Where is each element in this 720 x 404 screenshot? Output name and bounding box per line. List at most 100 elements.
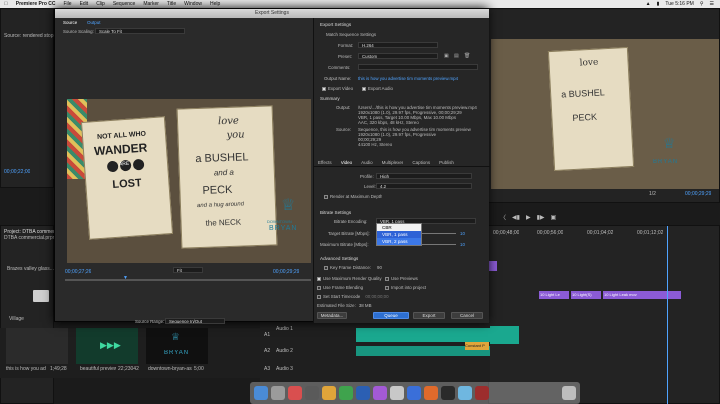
dock-finder-icon[interactable] xyxy=(254,386,268,400)
video-clip-label-3[interactable]: 10 Light Leak mov xyxy=(603,291,681,299)
key-frame-check[interactable]: Key Frame Distance: 90 xyxy=(324,265,382,270)
fit-select[interactable]: Fit xyxy=(173,267,203,273)
menu-app-name[interactable]: Premiere Pro CC xyxy=(12,1,60,7)
audio-clip-teal[interactable] xyxy=(489,326,519,344)
tab-publish[interactable]: Publish xyxy=(439,160,454,165)
export-button[interactable]: Export xyxy=(413,312,445,319)
folder-icon[interactable] xyxy=(33,290,49,302)
tab-audio[interactable]: Audio xyxy=(361,160,373,165)
use-frame-blending-check[interactable]: Use Frame Blending xyxy=(317,285,363,290)
start-timecode-value[interactable]: 00;00;00;00 xyxy=(365,294,388,299)
match-sequence-label[interactable]: Match Sequence Settings xyxy=(326,32,376,37)
track-a1[interactable]: A1 xyxy=(264,332,270,338)
key-frame-checkbox[interactable] xyxy=(324,265,328,270)
dock-app-icon-9[interactable] xyxy=(407,386,421,400)
menu-file[interactable]: File xyxy=(60,1,76,7)
render-max-depth-checkbox[interactable] xyxy=(324,194,328,199)
menu-window[interactable]: Window xyxy=(180,1,206,7)
import-into-project-check[interactable]: Import into project xyxy=(385,285,426,290)
comments-input[interactable] xyxy=(358,64,478,70)
thumb-1[interactable] xyxy=(6,328,68,364)
step-forward-icon[interactable]: ▮▶ xyxy=(537,214,545,221)
use-frame-blending-checkbox[interactable] xyxy=(317,285,321,290)
tab-source[interactable]: Source xyxy=(63,20,77,25)
menu-help[interactable]: Help xyxy=(206,1,224,7)
delete-preset-icon[interactable]: 🗑 xyxy=(464,53,470,59)
search-icon[interactable]: ⚲ xyxy=(700,1,704,7)
set-start-timecode-checkbox[interactable] xyxy=(317,294,321,299)
preview-scrubber[interactable] xyxy=(65,279,311,281)
dock-app-icon-3[interactable] xyxy=(305,386,319,400)
dock-app-icon-6[interactable] xyxy=(356,386,370,400)
dock-app-icon-1[interactable] xyxy=(271,386,285,400)
tab-captions[interactable]: Captions xyxy=(412,160,430,165)
video-clip-label-2[interactable]: 10 Light(S) xyxy=(571,291,601,299)
menu-clock[interactable]: Tue 5:16 PM xyxy=(665,1,693,7)
wifi-icon[interactable]: ▲ xyxy=(646,1,651,7)
dock-app-icon-4[interactable] xyxy=(322,386,336,400)
metadata-button[interactable]: Metadata... xyxy=(317,312,347,319)
step-back-icon[interactable]: ◀▮ xyxy=(512,214,520,221)
encoding-option-cbr[interactable]: CBR xyxy=(377,224,421,231)
menu-clip[interactable]: Clip xyxy=(92,1,109,7)
menu-list-icon[interactable]: ☰ xyxy=(710,1,714,7)
dock-app-icon-8[interactable] xyxy=(390,386,404,400)
advanced-settings-header[interactable]: Advanced Settings xyxy=(320,256,358,261)
dock-app-icon-10[interactable] xyxy=(424,386,438,400)
use-previews-check[interactable]: Use Previews xyxy=(385,276,418,281)
export-video-checkbox[interactable] xyxy=(322,86,326,91)
target-bitrate-value[interactable]: 10 xyxy=(460,231,465,236)
encoding-option-vbr1[interactable]: VBR, 1 pass xyxy=(377,231,421,238)
dock-app-icon-13[interactable] xyxy=(475,386,489,400)
profile-select[interactable]: High xyxy=(376,173,472,179)
dock-app-icon-2[interactable] xyxy=(288,386,302,400)
thumb-3[interactable]: ♕ BRYAN xyxy=(146,328,208,364)
tab-video[interactable]: Video xyxy=(341,160,352,165)
preview-timecode-right[interactable]: 00;00;29;29 xyxy=(273,269,299,275)
audio-clip-a1[interactable] xyxy=(356,328,490,342)
render-max-depth-check[interactable]: Render at Maximum Depth xyxy=(324,194,382,199)
menu-edit[interactable]: Edit xyxy=(76,1,93,7)
source-timecode[interactable]: 00;00;22;00 xyxy=(4,169,30,175)
constant-power-transition[interactable]: Constant P xyxy=(465,342,489,350)
bitrate-settings-header[interactable]: Bitrate Settings xyxy=(320,210,351,215)
apple-icon[interactable]:  xyxy=(0,1,12,7)
playhead-line[interactable] xyxy=(667,226,668,404)
preview-timecode-left[interactable]: 00;00;27;26 xyxy=(65,269,91,275)
scrubber-playhead-icon[interactable]: ▼ xyxy=(123,275,128,281)
menu-sequence[interactable]: Sequence xyxy=(109,1,140,7)
video-clip-purple-1[interactable] xyxy=(489,261,497,271)
source-scaling-select[interactable]: Scale To Fit xyxy=(95,28,185,34)
summary-header[interactable]: Summary xyxy=(320,96,340,101)
use-max-render-checkbox[interactable] xyxy=(317,276,321,281)
import-into-project-checkbox[interactable] xyxy=(385,285,389,290)
level-select[interactable]: 4.2 xyxy=(376,183,472,189)
battery-icon[interactable]: ▮ xyxy=(657,1,660,7)
use-previews-checkbox[interactable] xyxy=(385,276,389,281)
program-timecode[interactable]: 00;00;29;29 xyxy=(685,191,711,197)
video-clip-label-1[interactable]: 10 Light Le xyxy=(539,291,569,299)
export-audio-checkbox[interactable] xyxy=(362,86,366,91)
export-video-check[interactable]: Export Video xyxy=(322,86,353,91)
encoding-option-vbr2[interactable]: VBR, 2 pass xyxy=(377,238,421,245)
preset-select[interactable]: Custom xyxy=(358,53,438,59)
dock-trash-icon[interactable] xyxy=(562,386,576,400)
output-name-link[interactable]: this is how you advertise tim moments pr… xyxy=(358,76,486,81)
dock-app-icon-7[interactable] xyxy=(373,386,387,400)
track-a3[interactable]: A3 xyxy=(264,366,270,372)
menu-title[interactable]: Title xyxy=(163,1,180,7)
tab-multiplexer[interactable]: Multiplexer xyxy=(382,160,404,165)
cancel-button[interactable]: Cancel xyxy=(451,312,483,319)
source-range-select[interactable]: Sequence In/Out xyxy=(165,318,225,324)
format-select[interactable]: H.264 xyxy=(358,42,438,48)
menu-marker[interactable]: Marker xyxy=(139,1,163,7)
dock-app-icon-11[interactable] xyxy=(441,386,455,400)
tab-output[interactable]: Output xyxy=(87,20,101,25)
mark-in-icon[interactable]: 〈 xyxy=(500,213,506,222)
use-max-render-check[interactable]: Use Maximum Render Quality xyxy=(317,276,382,281)
save-preset-icon[interactable]: ▣ xyxy=(444,53,449,59)
export-settings-header[interactable]: Export Settings xyxy=(320,22,351,27)
dock-app-icon-12[interactable] xyxy=(458,386,472,400)
key-frame-value[interactable]: 90 xyxy=(377,265,382,270)
max-bitrate-value[interactable]: 10 xyxy=(460,242,465,247)
